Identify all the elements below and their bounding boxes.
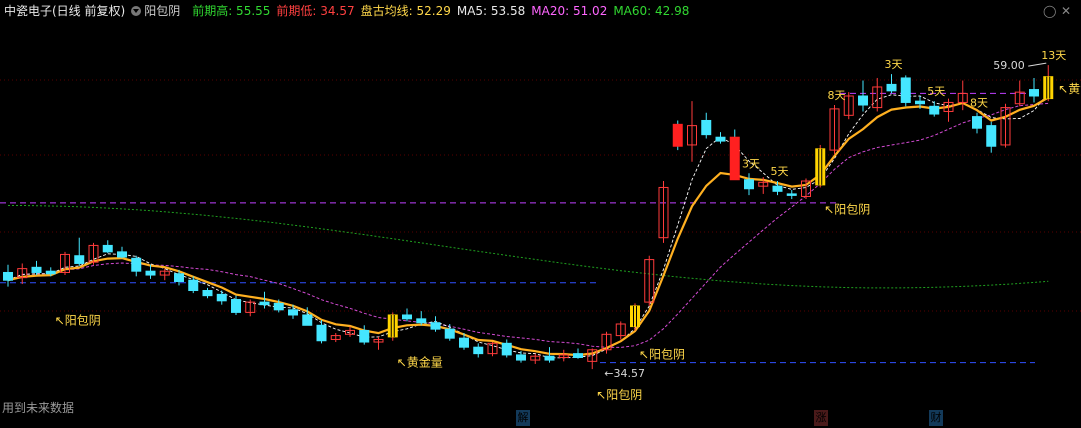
formula-name: 阳包阴 [144,4,181,18]
candle-body [573,353,583,358]
signal-annotation: ↖阳包阴 [596,388,642,402]
event-marker-unlock[interactable]: 解 [516,410,530,426]
day-count-label: 13天 [1041,49,1066,62]
indicator-3: MA5: 53.58 [456,4,526,18]
event-label: 解 [517,411,529,424]
candle-body [516,354,526,361]
candle-body [202,290,213,297]
candle-body [815,148,826,186]
candlestick-chart[interactable]: 59.00 ←34.57 ↖阳包阴 ↖黄金量 ↖阳包阴 ↖阳包阴 ↖阳包阴 ↖黄金量 3天 5天 8… [0,0,1081,428]
candle-body [772,185,783,192]
candle-body [729,136,740,181]
candle-body [74,255,85,264]
signal-annotation: ↖黄金量 [1058,81,1081,96]
candle-body [316,324,327,342]
candle-body [145,270,156,276]
candle-body [929,105,940,115]
candle-body [744,179,754,190]
candle-body [216,293,227,302]
signal-annotation: ↖阳包阴 [824,202,870,216]
candle-body [501,342,512,356]
candle-body [986,125,997,147]
candle-body [900,77,911,103]
candle-body [188,279,199,292]
min-price-label: ←34.57 [604,367,645,380]
day-count-label: 5天 [771,165,789,178]
max-price-label: 59.00 [993,59,1025,72]
day-count-label: 5天 [927,85,945,98]
chart-header: 中瓷电子(日线 前复权) 阳包阴 前期高: 55.55 前期低: 34.57 盘古均… [4,3,701,19]
candle-body [273,302,284,311]
day-count-label: 8天 [970,97,988,110]
candle-body [786,193,797,196]
pangu-average-line [7,96,1049,357]
candle-body [459,337,469,348]
indicator-5: MA60: 42.98 [613,4,690,18]
candle-body [858,95,868,106]
candle-body [359,329,370,343]
stock-title[interactable]: 中瓷电子(日线 前复权) [4,3,125,19]
indicator-2: 盘古均线: 52.29 [360,4,451,18]
candle-body [45,270,56,275]
indicator-1: 前期低: 34.57 [276,4,355,18]
event-label: 涨 [815,411,827,424]
dropdown-icon [131,6,142,16]
candle-body [416,318,427,324]
candle-body [174,273,184,282]
candle-body [886,83,897,92]
day-count-label: 3天 [885,58,903,71]
formula-select[interactable]: 阳包阴 [131,3,186,19]
candle-body [715,136,726,142]
candle-body [288,309,298,316]
candle-body [102,244,113,253]
settings-circle-icon[interactable]: ◯ [1043,4,1056,18]
candle-body [231,299,241,313]
candle-body [672,123,683,147]
candle-body [544,355,555,361]
signal-annotation: ↖阳包阴 [639,347,685,361]
indicator-0: 前期高: 55.55 [192,4,271,18]
ma5-line [7,92,1049,359]
candle-body [972,116,982,129]
event-label: 财 [930,411,942,424]
close-icon[interactable]: ✕ [1061,4,1071,18]
candle-body [3,271,13,281]
candle-body [1043,76,1054,100]
max-price-arrow [1028,62,1047,67]
candle-body [1029,89,1039,97]
candle-body [430,322,441,330]
candle-body [302,314,313,326]
candle-body [387,314,398,338]
candle-body [259,301,270,306]
candle-body [915,100,925,105]
candle-body [31,266,42,273]
day-count-label: 3天 [742,157,760,170]
candle-body [444,328,455,339]
indicator-values: 前期高: 55.55 前期低: 34.57 盘古均线: 52.29 MA5: 53.5… [192,3,695,19]
indicator-4: MA20: 51.02 [531,4,608,18]
candle-body [701,119,712,136]
signal-annotation: ↖黄金量 [397,355,443,370]
event-marker-finance[interactable]: 财 [929,410,943,426]
candle-body [630,305,640,328]
event-marker-limit-up[interactable]: 涨 [814,410,828,426]
signal-annotation: ↖阳包阴 [55,313,101,327]
day-count-label: 8天 [828,89,846,102]
candle-body [402,314,412,320]
candle-body [117,251,127,258]
candle-body [131,257,142,272]
candle-body [473,346,484,355]
future-data-note: 用到未来数据 [2,401,75,415]
